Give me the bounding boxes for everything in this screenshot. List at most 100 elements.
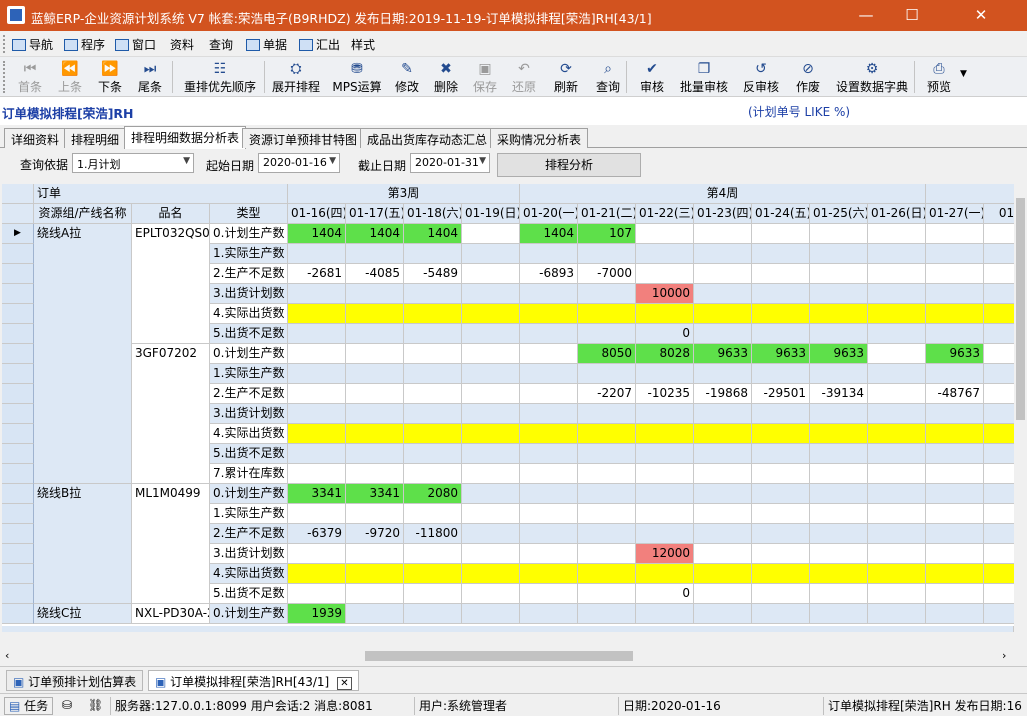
data-cell[interactable] (346, 244, 404, 264)
data-cell[interactable] (520, 344, 578, 364)
data-cell[interactable] (810, 284, 868, 304)
data-cell[interactable] (810, 584, 868, 604)
data-cell[interactable]: 2080 (404, 484, 462, 504)
data-cell[interactable] (868, 584, 926, 604)
data-cell[interactable] (694, 224, 752, 244)
horizontal-scrollbar[interactable]: ‹ › (2, 648, 1014, 665)
data-cell[interactable] (810, 464, 868, 484)
data-cell[interactable] (462, 244, 520, 264)
data-cell[interactable] (752, 364, 810, 384)
row-selector[interactable] (2, 364, 34, 384)
data-cell[interactable] (694, 364, 752, 384)
row-selector[interactable] (2, 524, 34, 544)
data-cell[interactable] (404, 244, 462, 264)
data-cell[interactable] (288, 444, 346, 464)
data-cell[interactable] (462, 344, 520, 364)
data-cell[interactable] (694, 264, 752, 284)
data-cell[interactable] (346, 284, 404, 304)
data-cell[interactable] (578, 524, 636, 544)
data-cell[interactable] (984, 424, 1014, 444)
data-cell[interactable]: 9633 (926, 344, 984, 364)
data-cell[interactable] (346, 404, 404, 424)
data-cell[interactable] (462, 604, 520, 624)
type-cell[interactable]: 3.出货计划数 (210, 404, 288, 424)
data-cell[interactable] (404, 324, 462, 344)
row-selector[interactable] (2, 424, 34, 444)
data-cell[interactable] (984, 584, 1014, 604)
data-cell[interactable] (288, 304, 346, 324)
data-cell[interactable] (462, 284, 520, 304)
type-cell[interactable]: 2.生产不足数 (210, 264, 288, 284)
data-cell[interactable]: -6893 (520, 264, 578, 284)
data-cell[interactable] (346, 304, 404, 324)
data-cell[interactable] (520, 604, 578, 624)
data-cell[interactable]: -4085 (346, 264, 404, 284)
data-cell[interactable] (694, 604, 752, 624)
data-cell[interactable] (752, 604, 810, 624)
data-cell[interactable] (462, 544, 520, 564)
data-cell[interactable] (520, 364, 578, 384)
data-cell[interactable] (868, 304, 926, 324)
data-cell[interactable] (752, 444, 810, 464)
maximize-button[interactable]: ☐ (889, 0, 935, 31)
data-cell[interactable] (694, 544, 752, 564)
data-cell[interactable] (636, 364, 694, 384)
data-cell[interactable] (346, 564, 404, 584)
data-cell[interactable] (462, 264, 520, 284)
row-selector[interactable] (2, 484, 34, 504)
data-cell[interactable] (926, 444, 984, 464)
data-cell[interactable]: 8050 (578, 344, 636, 364)
data-cell[interactable] (404, 504, 462, 524)
minimize-button[interactable]: — (843, 0, 889, 31)
analyze-button[interactable]: 排程分析 (497, 153, 641, 177)
data-cell[interactable] (694, 304, 752, 324)
toolbar-button-unaudit[interactable]: ↺ 反审核 (738, 57, 784, 97)
data-cell[interactable] (868, 444, 926, 464)
data-cell[interactable] (752, 224, 810, 244)
data-cell[interactable] (578, 504, 636, 524)
data-cell[interactable] (288, 284, 346, 304)
data-cell[interactable] (520, 444, 578, 464)
data-cell[interactable] (346, 584, 404, 604)
data-cell[interactable] (578, 544, 636, 564)
data-cell[interactable] (404, 544, 462, 564)
schedule-grid[interactable]: 订单 第3周 第4周 资源组/产线名称 品名 类型 01-16(四) 01-17(五) 01-1… (2, 184, 1014, 632)
type-cell[interactable]: 4.实际出货数 (210, 424, 288, 444)
data-cell[interactable]: -2207 (578, 384, 636, 404)
data-cell[interactable] (520, 424, 578, 444)
menu-style[interactable]: 样式 (351, 36, 375, 53)
data-cell[interactable]: 9633 (752, 344, 810, 364)
data-cell[interactable]: 10000 (636, 284, 694, 304)
data-cell[interactable] (288, 364, 346, 384)
type-cell[interactable]: 5.出货不足数 (210, 324, 288, 344)
data-cell[interactable] (288, 544, 346, 564)
product-name-cell[interactable]: 3GF07202 (132, 344, 210, 484)
column-header-date[interactable]: 01-21(二) (578, 204, 636, 224)
data-cell[interactable] (462, 364, 520, 384)
column-header-type[interactable]: 类型 (210, 204, 288, 224)
product-name-cell[interactable]: EPLT032QS0 (132, 224, 210, 344)
data-cell[interactable] (578, 584, 636, 604)
data-cell[interactable] (694, 244, 752, 264)
data-cell[interactable] (462, 444, 520, 464)
data-cell[interactable] (810, 524, 868, 544)
data-cell[interactable] (288, 464, 346, 484)
data-cell[interactable] (636, 524, 694, 544)
data-cell[interactable] (810, 564, 868, 584)
data-cell[interactable] (694, 284, 752, 304)
data-cell[interactable] (288, 324, 346, 344)
data-cell[interactable] (636, 464, 694, 484)
scroll-left-icon[interactable]: ‹ (5, 649, 9, 662)
window-tab-estimate[interactable]: ▣ 订单预排计划估算表 (6, 670, 144, 691)
data-cell[interactable] (868, 464, 926, 484)
data-cell[interactable]: -9720 (346, 524, 404, 544)
toolbar-button-refresh[interactable]: ⟳ 刷新 (548, 57, 584, 97)
type-cell[interactable]: 5.出货不足数 (210, 444, 288, 464)
type-cell[interactable]: 2.生产不足数 (210, 384, 288, 404)
data-cell[interactable] (520, 544, 578, 564)
data-cell[interactable] (520, 584, 578, 604)
data-cell[interactable] (578, 304, 636, 324)
type-cell[interactable]: 5.出货不足数 (210, 584, 288, 604)
toolbar-button-reorder[interactable]: ☷ 重排优先顺序 (176, 57, 264, 97)
data-cell[interactable] (520, 404, 578, 424)
